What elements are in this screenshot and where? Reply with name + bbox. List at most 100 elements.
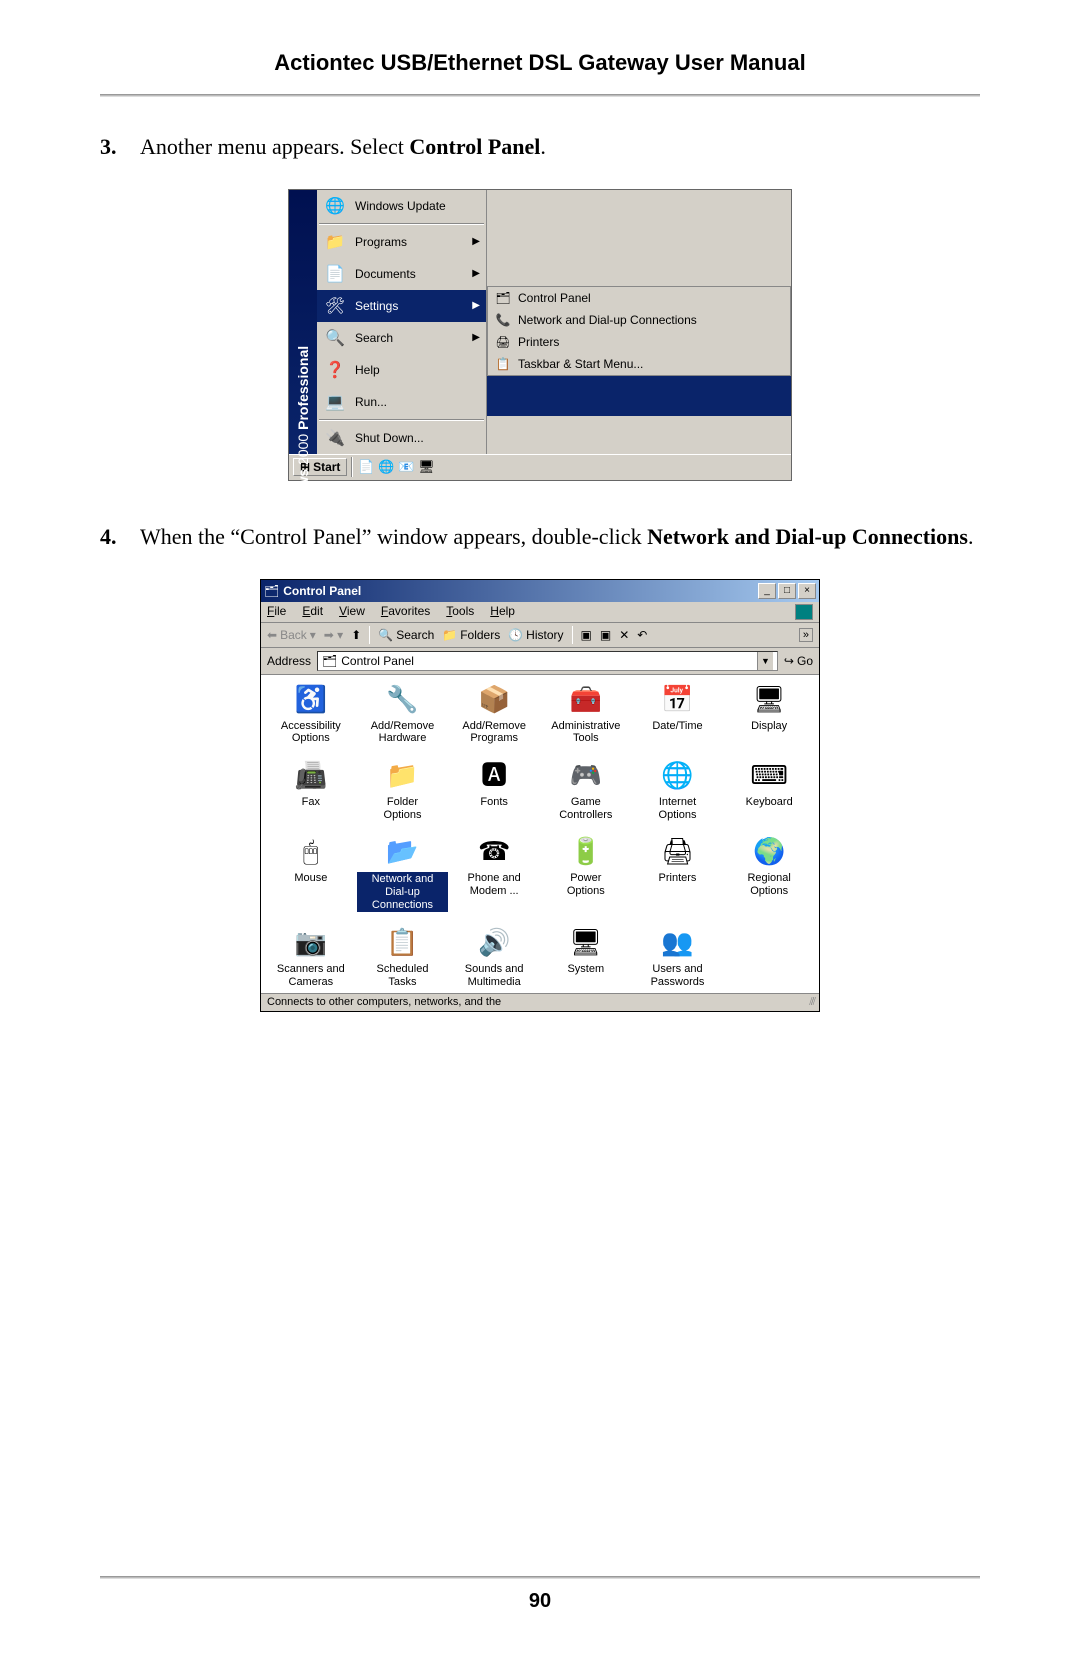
cp-item-fax[interactable]: 📠Fax <box>265 759 357 821</box>
submenu-item-label: Taskbar & Start Menu... <box>518 357 643 371</box>
submenu-arrow-icon: ▶ <box>472 300 480 311</box>
step-bold: Control Panel <box>409 134 540 159</box>
cp-item-mouse[interactable]: 🖱Mouse <box>265 835 357 912</box>
menu-item-label: Documents <box>355 267 416 281</box>
quicklaunch-icon[interactable]: 📧 <box>397 458 415 476</box>
moveto-button[interactable]: ▣ <box>581 628 592 642</box>
history-button[interactable]: 🕓 History <box>508 628 563 642</box>
cp-item-icon: 🌍 <box>751 835 787 869</box>
cp-item-sounds-and-multimedia[interactable]: 🔊Sounds andMultimedia <box>448 926 540 988</box>
menu-tools[interactable]: Tools <box>446 604 474 620</box>
start-menu-list: 🌐Windows Update 📁Programs▶📄Documents▶🛠Set… <box>317 190 487 454</box>
start-menu-screenshot: Windows 2000 Professional 🌐Windows Updat… <box>288 189 792 481</box>
undo-button[interactable]: ↶ <box>637 628 647 642</box>
forward-button[interactable]: ➡ ▾ <box>324 628 343 642</box>
cp-item-power-options[interactable]: 🔋PowerOptions <box>540 835 632 912</box>
cp-item-game-controllers[interactable]: 🎮GameControllers <box>540 759 632 821</box>
maximize-button[interactable]: □ <box>778 583 796 599</box>
search-button[interactable]: 🔍 Search <box>378 628 434 642</box>
copyto-button[interactable]: ▣ <box>600 628 611 642</box>
menu-item-help[interactable]: ❓Help <box>317 354 486 386</box>
menu-item-icon: 🌐 <box>323 194 347 218</box>
cp-item-add-remove-programs[interactable]: 📦Add/RemovePrograms <box>448 683 540 745</box>
submenu-item-network-and-dial-up-connections[interactable]: 📞Network and Dial-up Connections <box>488 309 790 331</box>
submenu-item-label: Control Panel <box>518 291 591 305</box>
address-input[interactable]: 🗂 Control Panel ▼ <box>317 651 778 671</box>
toolbar-overflow[interactable]: » <box>799 628 813 642</box>
quicklaunch-icon[interactable]: 📄 <box>357 458 375 476</box>
menu-item-run-[interactable]: 💻Run... <box>317 386 486 418</box>
back-button[interactable]: ⬅ Back ▾ <box>267 628 316 642</box>
minimize-button[interactable]: _ <box>758 583 776 599</box>
submenu-item-printers[interactable]: 🖨 Printers <box>488 331 790 353</box>
cp-item-scheduled-tasks[interactable]: 📋ScheduledTasks <box>357 926 449 988</box>
status-bar: Connects to other computers, networks, a… <box>261 993 819 1011</box>
submenu-item-control-panel[interactable]: 🗂Control Panel <box>488 287 790 309</box>
close-button[interactable]: × <box>798 583 816 599</box>
quicklaunch: 📄🌐📧🖥 <box>357 458 435 476</box>
cp-item-keyboard[interactable]: ⌨ Keyboard <box>723 759 815 821</box>
cp-item-add-remove-hardware[interactable]: 🔧Add/RemoveHardware <box>357 683 449 745</box>
cp-item-scanners-and-cameras[interactable]: 📷Scanners andCameras <box>265 926 357 988</box>
cp-item-phone-and-modem-[interactable]: ☎Phone andModem ... <box>448 835 540 912</box>
cp-item-fonts[interactable]: 🅰Fonts <box>448 759 540 821</box>
menu-view[interactable]: View <box>339 604 365 620</box>
cp-item-date-time[interactable]: 📅Date/Time <box>632 683 724 745</box>
submenu-item-label: Printers <box>518 335 559 349</box>
menu-item-icon: 🛠 <box>323 294 347 318</box>
cp-item-network-and-dial-up-connections[interactable]: 📂Network andDial-up Connections <box>357 835 449 912</box>
menu-item-programs[interactable]: 📁Programs▶ <box>317 226 486 258</box>
address-dropdown[interactable]: ▼ <box>757 652 773 670</box>
cp-item-icon: ♿ <box>293 683 329 717</box>
cp-item-icon: 📠 <box>293 759 329 793</box>
step-text-pre: When the “Control Panel” window appears,… <box>140 524 647 549</box>
step-bold: Network and Dial-up Connections <box>647 524 968 549</box>
toolbar-sep <box>572 626 573 644</box>
status-text: Connects to other computers, networks, a… <box>267 996 501 1009</box>
cp-item-system[interactable]: 🖥System <box>540 926 632 988</box>
start-label: Start <box>313 460 340 474</box>
quicklaunch-icon[interactable]: 🖥 <box>417 458 435 476</box>
submenu-item-taskbar-start-menu-[interactable]: 📋Taskbar & Start Menu... <box>488 353 790 375</box>
menu-item-windows-update[interactable]: 🌐Windows Update <box>317 190 486 222</box>
cp-item-icon: 📋 <box>384 926 420 960</box>
go-label: Go <box>797 654 813 668</box>
cp-item-accessibility-options[interactable]: ♿AccessibilityOptions <box>265 683 357 745</box>
cp-item-icon: 📷 <box>293 926 329 960</box>
step-text-post: . <box>968 524 974 549</box>
menu-favorites[interactable]: Favorites <box>381 604 430 620</box>
menu-item-search[interactable]: 🔍Search▶ <box>317 322 486 354</box>
cp-item-users-and-passwords[interactable]: 👥Users andPasswords <box>632 926 724 988</box>
start-submenu-area: 🗂Control Panel📞Network and Dial-up Conne… <box>487 190 791 454</box>
cp-item-label: Keyboard <box>746 796 793 809</box>
quicklaunch-icon[interactable]: 🌐 <box>377 458 395 476</box>
menu-help[interactable]: Help <box>490 604 515 620</box>
control-panel-grid: ♿AccessibilityOptions🔧Add/RemoveHardware… <box>261 675 819 993</box>
go-button[interactable]: ↪ Go <box>784 654 813 668</box>
cp-item-label: Network andDial-up Connections <box>357 872 449 912</box>
delete-button[interactable]: ✕ <box>619 628 629 642</box>
cp-item-icon: ⌨ <box>751 759 787 793</box>
cp-item-administrative-tools[interactable]: 🧰AdministrativeTools <box>540 683 632 745</box>
menu-item-settings[interactable]: 🛠Settings▶ <box>317 290 486 322</box>
menu-item-documents[interactable]: 📄Documents▶ <box>317 258 486 290</box>
resize-grip[interactable]: ⫽⫽ <box>809 996 813 1009</box>
menu-file[interactable]: File <box>267 604 286 620</box>
folders-button[interactable]: 📁 Folders <box>442 628 500 642</box>
cp-item-folder-options[interactable]: 📁FolderOptions <box>357 759 449 821</box>
cp-item-internet-options[interactable]: 🌐InternetOptions <box>632 759 724 821</box>
menu-edit[interactable]: Edit <box>302 604 323 620</box>
banner-windows: Windows <box>295 469 311 530</box>
step-text: When the “Control Panel” window appears,… <box>140 521 973 553</box>
banner-year: 2000 <box>295 434 311 465</box>
menu-item-label: Shut Down... <box>355 431 424 445</box>
cp-item-regional-options[interactable]: 🌍RegionalOptions <box>723 835 815 912</box>
submenu-item-icon: 🖨 <box>494 334 512 350</box>
menu-item-shut-down-[interactable]: 🔌Shut Down... <box>317 422 486 454</box>
up-button[interactable]: ⬆ <box>351 628 361 642</box>
cp-item-icon: 👥 <box>659 926 695 960</box>
header-rule <box>100 94 980 97</box>
back-label: Back <box>280 628 307 642</box>
cp-item-display[interactable]: 🖥Display <box>723 683 815 745</box>
cp-item-printers[interactable]: 🖨Printers <box>632 835 724 912</box>
